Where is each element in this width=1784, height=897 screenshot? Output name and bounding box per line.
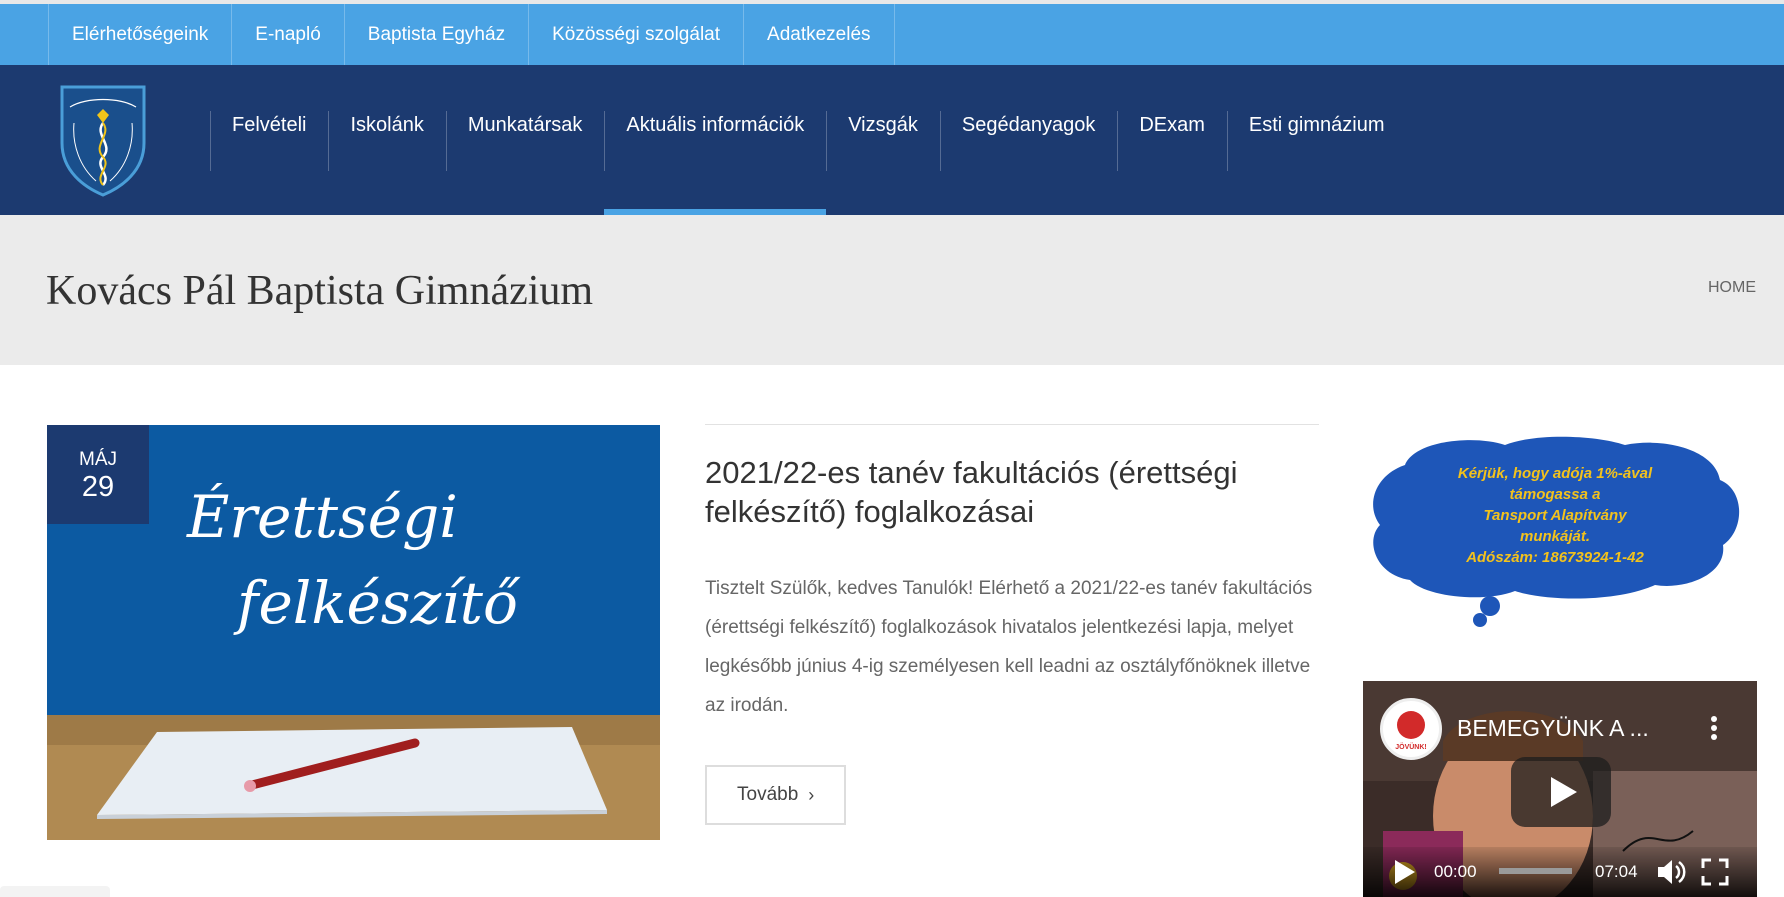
donation-tax-number: Adószám: 18673924-1-42 (1466, 549, 1644, 566)
menu-link-staff[interactable]: Munkatársak (446, 65, 605, 215)
post-excerpt: Tisztelt Szülők, kedves Tanulók! Elérhet… (705, 578, 1313, 716)
main-menu: Felvételi Iskolánk Munkatársak Aktuális … (210, 65, 1407, 215)
donation-banner[interactable]: Kérjük, hogy adója 1%-ával támogassa a T… (1365, 435, 1745, 631)
top-link-baptist-church[interactable]: Baptista Egyház (345, 4, 530, 65)
top-link-community-service[interactable]: Közösségi szolgálat (529, 4, 745, 65)
breadcrumb-home[interactable]: HOME (1708, 279, 1756, 297)
menu-item-staff: Munkatársak (445, 65, 605, 215)
menu-link-resources[interactable]: Segédanyagok (940, 65, 1117, 215)
donation-line-4: munkáját. (1519, 528, 1591, 545)
video-controls: 00:00 07:04 (1363, 847, 1757, 897)
video-player[interactable]: JÖVÜNK! BEMEGYÜNK A ... 00:00 07:04 (1363, 681, 1757, 897)
menu-link-admissions[interactable]: Felvételi (210, 65, 328, 215)
post-divider (705, 424, 1319, 425)
main-navigation: Felvételi Iskolánk Munkatársak Aktuális … (0, 65, 1784, 215)
channel-name: JÖVÜNK! (1395, 742, 1427, 751)
menu-link-current-info[interactable]: Aktuális információk (604, 65, 826, 215)
page-title-band: Kovács Pál Baptista Gimnázium HOME (0, 215, 1784, 365)
video-title[interactable]: BEMEGYÜNK A ... (1457, 715, 1649, 742)
cookie-settings-tab[interactable] (0, 886, 110, 897)
post-date-badge: MÁJ 29 (47, 425, 149, 524)
top-link-e-naplo[interactable]: E-napló (232, 4, 345, 65)
menu-item-evening-school: Esti gimnázium (1226, 65, 1407, 215)
play-icon (1551, 777, 1577, 807)
donation-line-1: Kérjük, hogy adója 1%-ával (1457, 465, 1653, 482)
school-logo[interactable] (56, 83, 150, 197)
fullscreen-icon[interactable] (1701, 858, 1729, 886)
page-title: Kovács Pál Baptista Gimnázium (46, 268, 594, 314)
menu-item-admissions: Felvételi (210, 65, 328, 215)
top-links: Elérhetőségeink E-napló Baptista Egyház … (48, 4, 895, 65)
volume-icon[interactable] (1656, 858, 1686, 886)
menu-item-our-school: Iskolánk (328, 65, 445, 215)
big-play-button[interactable] (1511, 757, 1611, 827)
post-title[interactable]: 2021/22-es tanév fakultációs (érettségi … (705, 453, 1319, 531)
read-more-label: Tovább (737, 784, 799, 805)
top-bar: Elérhetőségeink E-napló Baptista Egyház … (0, 4, 1784, 65)
more-options-icon[interactable] (1699, 713, 1729, 743)
menu-item-exams: Vizsgák (826, 65, 940, 215)
top-link-contacts[interactable]: Elérhetőségeink (49, 4, 233, 65)
menu-link-our-school[interactable]: Iskolánk (328, 65, 445, 215)
channel-avatar[interactable]: JÖVÜNK! (1380, 698, 1442, 760)
image-text-line-1: Érettségi (186, 483, 458, 551)
menu-item-dexam: DExam (1117, 65, 1227, 215)
menu-item-current-info: Aktuális információk (604, 65, 827, 215)
current-time: 00:00 (1434, 862, 1477, 881)
donation-line-3: Tansport Alapítvány (1483, 507, 1627, 524)
menu-link-exams[interactable]: Vizsgák (826, 65, 940, 215)
duration: 07:04 (1595, 862, 1638, 881)
read-more-button[interactable]: Tovább › (705, 765, 847, 825)
chevron-right-icon: › (808, 784, 815, 805)
post-summary: 2021/22-es tanév fakultációs (érettségi … (705, 424, 1319, 825)
donation-line-2: támogassa a (1509, 486, 1601, 503)
post-date-day: 29 (81, 471, 115, 503)
menu-item-resources: Segédanyagok (939, 65, 1117, 215)
top-link-data-policy[interactable]: Adatkezelés (744, 4, 895, 65)
seek-bar[interactable] (1499, 868, 1572, 874)
image-text-line-2: felkészítő (233, 569, 521, 637)
menu-link-evening-school[interactable]: Esti gimnázium (1227, 65, 1407, 215)
post-date-month: MÁJ (79, 449, 117, 470)
menu-link-dexam[interactable]: DExam (1117, 65, 1227, 215)
play-control-icon[interactable] (1393, 859, 1417, 885)
